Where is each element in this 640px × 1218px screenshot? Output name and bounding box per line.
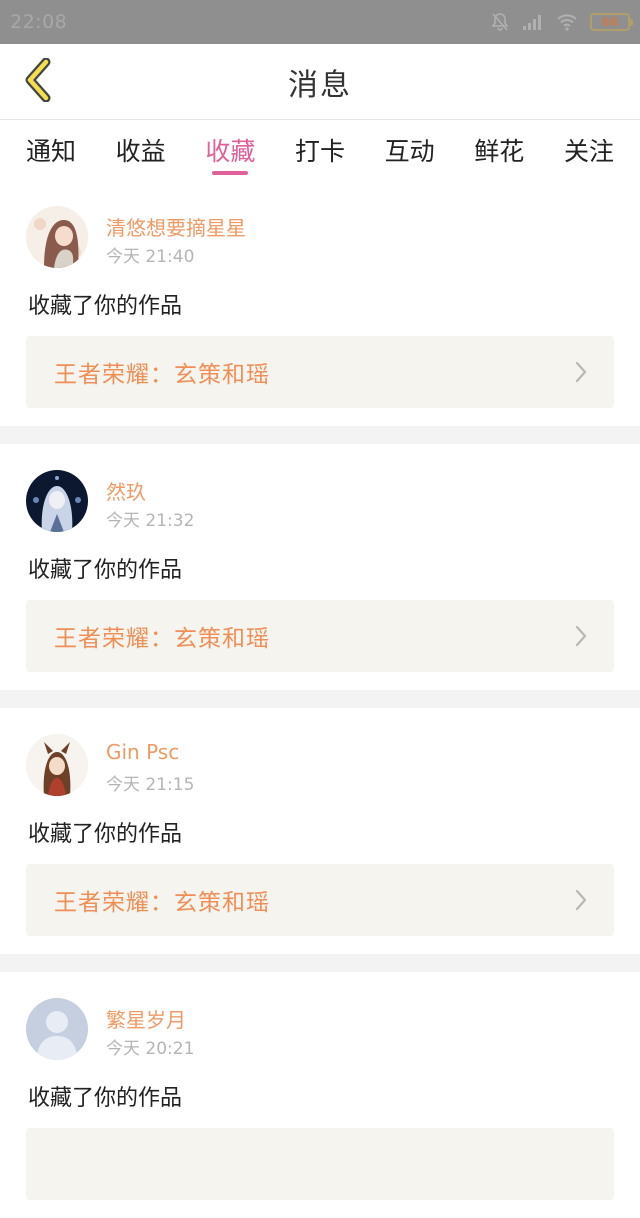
action-text: 收藏了你的作品 (28, 1086, 183, 1111)
timestamp: 今天 20:21 (106, 1039, 195, 1059)
avatar[interactable] (26, 998, 88, 1060)
tab-flowers[interactable]: 鲜花 (474, 121, 524, 179)
avatar[interactable] (26, 734, 88, 796)
divider (0, 954, 640, 972)
list-item: 繁星岁月 今天 20:21 收藏了你的作品 (0, 972, 640, 1218)
timestamp: 今天 21:40 (106, 247, 195, 267)
divider (0, 426, 640, 444)
work-title: 王者荣耀：玄策和瑶 (54, 362, 270, 388)
tab-earnings[interactable]: 收益 (116, 121, 166, 179)
signal-icon (522, 13, 544, 31)
work-link[interactable]: 王者荣耀：玄策和瑶 (26, 336, 614, 408)
message-list: 清悠想要摘星星 今天 21:40 收藏了你的作品 王者荣耀：玄策和瑶 然玖 今天… (0, 180, 640, 1218)
work-link[interactable]: 王者荣耀：玄策和瑶 (26, 600, 614, 672)
tab-checkin[interactable]: 打卡 (295, 121, 345, 179)
action-text: 收藏了你的作品 (28, 822, 183, 847)
chevron-right-icon (574, 624, 588, 648)
timestamp: 今天 21:15 (106, 775, 195, 795)
nav-bar: 消息 (0, 44, 640, 120)
tab-notification[interactable]: 通知 (26, 121, 76, 179)
work-link[interactable] (26, 1128, 614, 1200)
timestamp: 今天 21:32 (106, 511, 195, 531)
tab-follow[interactable]: 关注 (564, 121, 614, 179)
chevron-right-icon (574, 888, 588, 912)
page-title: 消息 (288, 67, 352, 103)
battery-level: 66 (601, 15, 619, 29)
username[interactable]: 繁星岁月 (106, 1004, 186, 1033)
tab-bar: 通知 收益 收藏 打卡 互动 鲜花 关注 (0, 121, 640, 179)
action-text: 收藏了你的作品 (28, 558, 183, 583)
tab-favorites[interactable]: 收藏 (205, 121, 255, 179)
username[interactable]: 然玖 (106, 476, 146, 505)
action-text: 收藏了你的作品 (28, 294, 183, 319)
back-button[interactable] (14, 57, 62, 106)
username[interactable]: Gin Psc (106, 740, 179, 764)
tab-interaction[interactable]: 互动 (385, 121, 435, 179)
status-bar: 22:08 66 (0, 0, 640, 44)
status-time: 22:08 (10, 11, 68, 33)
avatar[interactable] (26, 206, 88, 268)
chevron-right-icon (574, 360, 588, 384)
work-link[interactable]: 王者荣耀：玄策和瑶 (26, 864, 614, 936)
list-item: 清悠想要摘星星 今天 21:40 收藏了你的作品 王者荣耀：玄策和瑶 (0, 180, 640, 426)
username[interactable]: 清悠想要摘星星 (106, 212, 246, 241)
wifi-icon (556, 13, 578, 31)
chevron-left-icon (22, 57, 54, 106)
list-item: Gin Psc 今天 21:15 收藏了你的作品 王者荣耀：玄策和瑶 (0, 708, 640, 954)
list-item: 然玖 今天 21:32 收藏了你的作品 王者荣耀：玄策和瑶 (0, 444, 640, 690)
divider (0, 690, 640, 708)
bell-muted-icon (490, 12, 510, 32)
status-icons: 66 (490, 12, 633, 32)
work-title: 王者荣耀：玄策和瑶 (54, 890, 270, 916)
avatar[interactable] (26, 470, 88, 532)
work-title: 王者荣耀：玄策和瑶 (54, 626, 270, 652)
battery-icon: 66 (590, 13, 633, 31)
